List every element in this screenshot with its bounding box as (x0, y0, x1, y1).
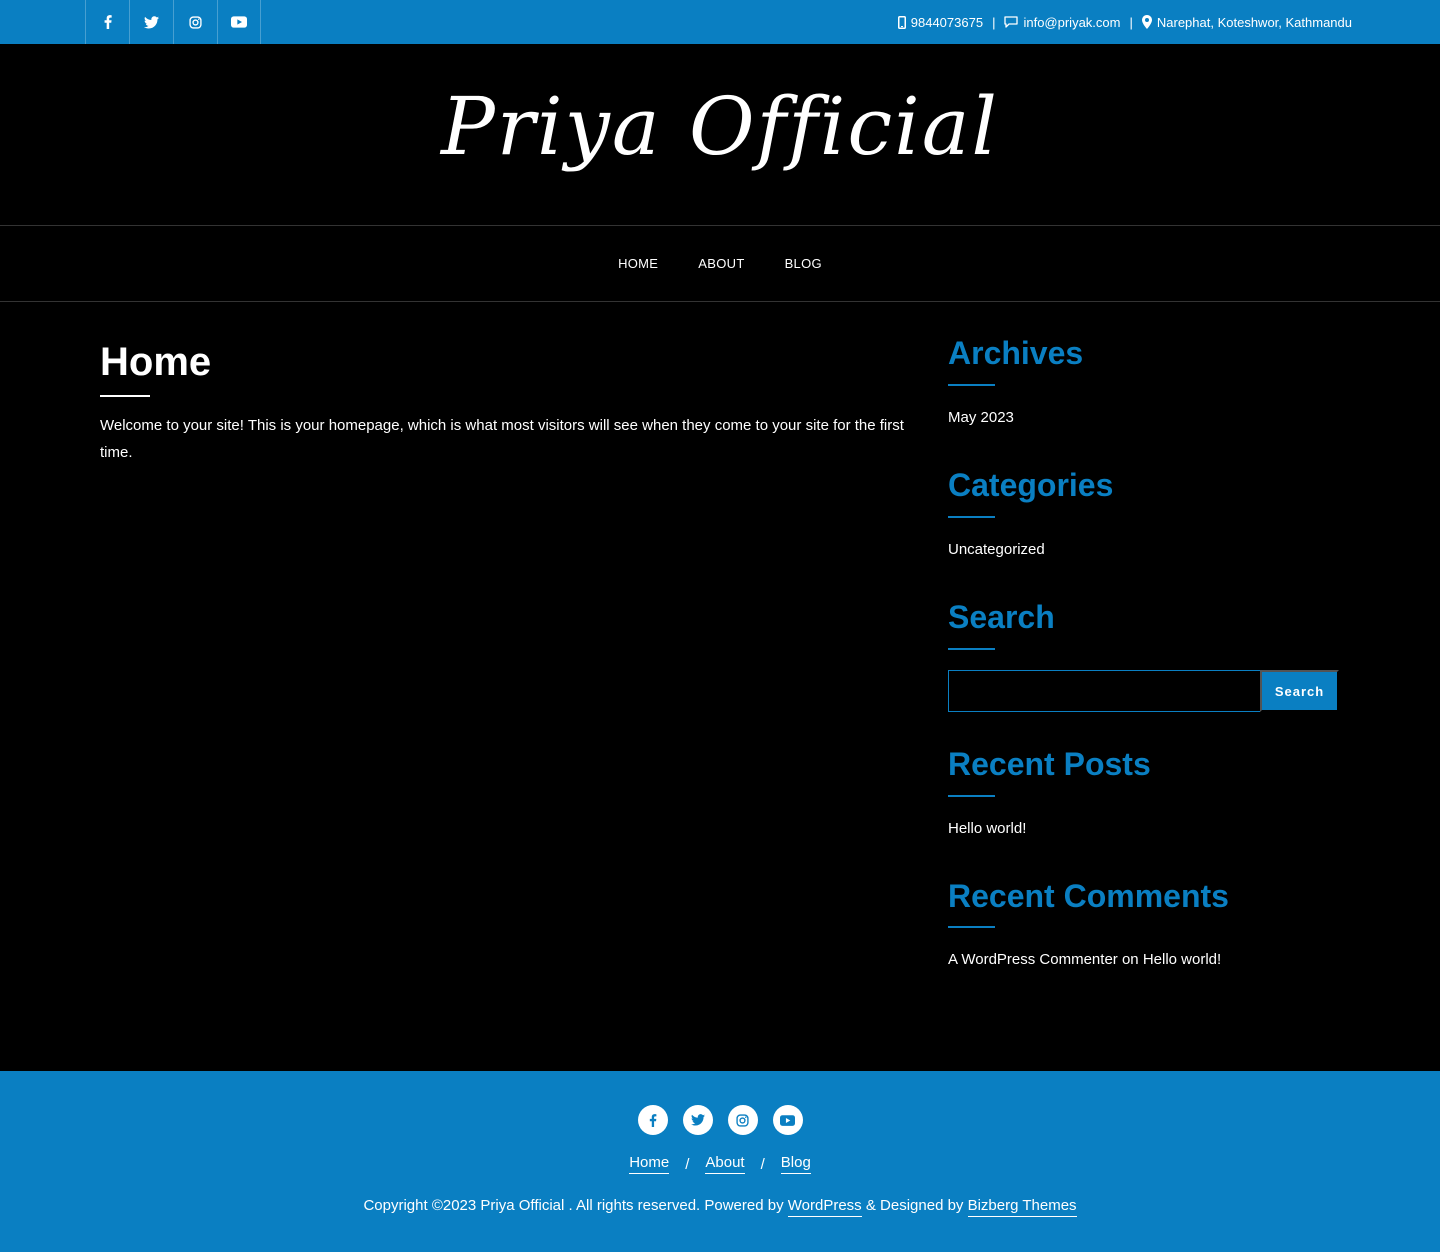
address-item: Narephat, Koteshwor, Kathmandu (1141, 14, 1352, 30)
footer-nav-blog[interactable]: Blog (780, 1154, 811, 1174)
search-title: Search (948, 599, 1055, 635)
footer-nav-separator: / (760, 1155, 765, 1173)
facebook-icon (104, 15, 112, 29)
twitter-icon (690, 1114, 705, 1126)
recent-comment-item: A WordPress Commenter on Hello world! (948, 951, 1221, 968)
instagram-icon (189, 15, 202, 29)
designed-by-text: & Designed by (865, 1197, 964, 1214)
comment-post-link[interactable]: Hello world! (1143, 951, 1221, 968)
recent-comments-title: Recent Comments (948, 878, 1229, 914)
nav-home[interactable]: HOME (618, 256, 658, 271)
facebook-icon (649, 1113, 656, 1127)
categories-title: Categories (948, 467, 1114, 503)
copyright: Copyright ©2023 Priya Official . All rig… (0, 1197, 1440, 1217)
twitter-link[interactable] (129, 0, 173, 44)
top-social-links (85, 0, 261, 44)
site-title[interactable]: Priya Official (0, 80, 1440, 173)
title-divider (100, 395, 150, 397)
contact-separator: | (992, 14, 996, 30)
instagram-icon (736, 1113, 749, 1127)
phone-item: 9844073675 (897, 15, 983, 30)
instagram-link[interactable] (173, 0, 217, 44)
footer-instagram-link[interactable] (727, 1105, 758, 1135)
comment-author-link[interactable]: A WordPress Commenter (948, 951, 1118, 968)
archives-divider (948, 384, 995, 386)
page-title: Home (100, 340, 212, 384)
twitter-icon (144, 15, 159, 28)
contact-info: 9844073675 | info@priyak.com | Narephat,… (897, 0, 1352, 44)
recent-comments-divider (948, 926, 995, 928)
comment-on-text: on (1121, 951, 1139, 968)
footer-navigation: Home / About / Blog (0, 1154, 1440, 1174)
theme-author-link[interactable]: Bizberg Themes (967, 1197, 1077, 1217)
comment-icon (1004, 16, 1019, 28)
copyright-text: Copyright ©2023 Priya Official . All rig… (363, 1197, 784, 1214)
nav-blog[interactable]: BLOG (785, 256, 822, 271)
footer-nav-about[interactable]: About (705, 1154, 745, 1174)
footer-facebook-link[interactable] (637, 1105, 668, 1135)
contact-separator: | (1129, 14, 1133, 30)
footer-nav-home[interactable]: Home (629, 1154, 670, 1174)
top-bar: 9844073675 | info@priyak.com | Narephat,… (0, 0, 1440, 44)
phone-number[interactable]: 9844073675 (911, 15, 983, 30)
youtube-icon (780, 1114, 795, 1126)
search-divider (948, 648, 995, 650)
site-footer: Home / About / Blog Copyright ©2023 Priy… (0, 1071, 1440, 1252)
footer-youtube-link[interactable] (772, 1105, 803, 1135)
categories-divider (948, 516, 995, 518)
footer-twitter-link[interactable] (682, 1105, 713, 1135)
youtube-icon (231, 16, 247, 28)
search-input[interactable] (948, 670, 1261, 712)
wordpress-link[interactable]: WordPress (787, 1197, 862, 1217)
facebook-link[interactable] (85, 0, 129, 44)
map-marker-icon (1141, 15, 1152, 29)
recent-posts-title: Recent Posts (948, 746, 1151, 782)
archive-link-may-2023[interactable]: May 2023 (948, 409, 1014, 426)
mobile-phone-icon (897, 15, 906, 29)
recent-post-link[interactable]: Hello world! (948, 820, 1026, 837)
category-link-uncategorized[interactable]: Uncategorized (948, 541, 1045, 558)
footer-social-links (0, 1105, 1440, 1135)
nav-about[interactable]: ABOUT (698, 256, 744, 271)
main-navigation: HOME ABOUT BLOG (0, 225, 1440, 302)
page-content: Welcome to your site! This is your homep… (100, 417, 904, 461)
youtube-link[interactable] (217, 0, 261, 44)
address-text: Narephat, Koteshwor, Kathmandu (1156, 14, 1352, 30)
email-item: info@priyak.com (1004, 15, 1120, 30)
footer-nav-separator: / (685, 1155, 690, 1173)
recent-posts-divider (948, 795, 995, 797)
email-address[interactable]: info@priyak.com (1023, 15, 1120, 30)
archives-title: Archives (948, 335, 1084, 371)
search-button[interactable]: Search (1260, 670, 1339, 712)
